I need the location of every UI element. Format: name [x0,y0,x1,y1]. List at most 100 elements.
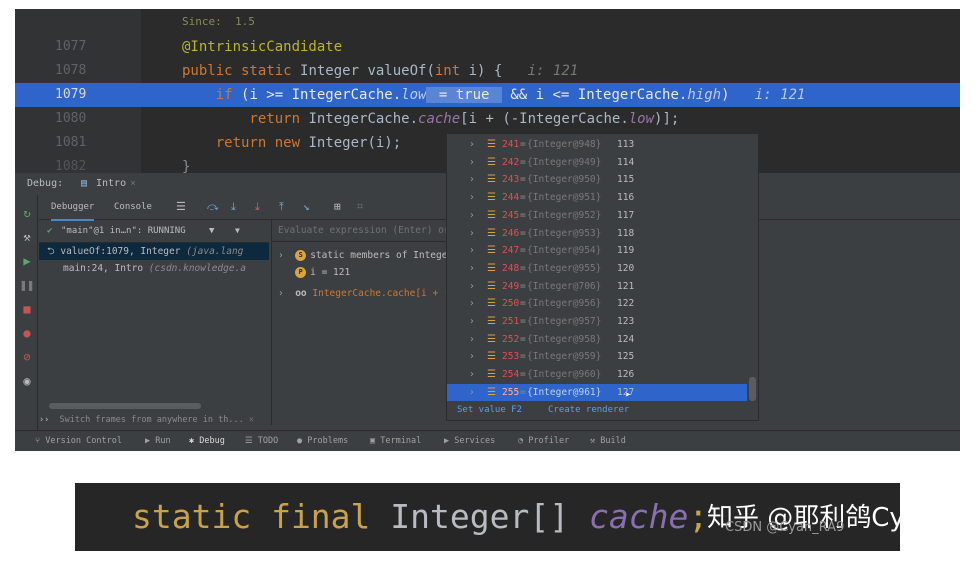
array-element-icon: ☰ [487,333,496,345]
variable-row[interactable]: › oo IntegerCache.cache[i + (-In [278,285,467,302]
step-into-icon[interactable]: ⤓ [231,200,236,214]
array-element-icon: ☰ [487,209,496,221]
frame-label: main:24, Intro [63,263,149,274]
array-element-icon: ☰ [487,192,496,204]
chevron-right-icon[interactable]: › [469,154,475,172]
frame-item[interactable]: main:24, Intro (csdn.knowledge.a [39,260,269,277]
run-to-cursor-icon[interactable]: ↘ [303,200,310,213]
code-line[interactable]: 1077 @IntrinsicCandidate [15,35,960,59]
thread-selector[interactable]: ✔ "main"@1 in…n": RUNNING ▼ ▼ [39,220,269,243]
element-value: 122 [617,298,635,310]
element-value: 115 [617,174,635,186]
chevron-right-icon[interactable]: › [469,189,475,207]
filter-icon[interactable]: ▼ [209,220,214,242]
array-element-row[interactable]: › ☰ 254 = {Integer@960} 126 [447,366,747,384]
popup-scrollbar[interactable] [749,377,756,401]
element-object-id: {Integer@958} [527,333,602,345]
array-element-icon: ☰ [487,386,496,398]
variable-row[interactable]: › Sstatic members of Integer [278,247,453,264]
tool-services[interactable]: ▶ Services [444,431,495,451]
array-element-row[interactable]: › ☰ 244 = {Integer@951} 116 [447,189,747,207]
frame-item[interactable]: ⮌ valueOf:1079, Integer (java.lang [39,243,269,260]
frame-package: (csdn.knowledge.a [148,263,247,274]
tool-todo[interactable]: ☰ TODO [245,431,278,451]
stop-icon[interactable]: ■ [19,301,35,317]
tool-build[interactable]: ⚒ Build [590,431,626,451]
chevron-right-icon[interactable]: › [469,171,475,189]
force-step-into-icon[interactable]: ⤓ [255,200,260,214]
camera-icon[interactable]: ◉ [19,373,35,389]
element-value: 114 [617,156,635,168]
tool-profiler[interactable]: ◔ Profiler [518,431,569,451]
rerun-icon[interactable]: ↻ [19,205,35,221]
chevron-right-icon[interactable]: › [469,225,475,243]
frame-package: (java.lang [186,246,244,257]
array-element-row[interactable]: › ☰ 247 = {Integer@954} 119 [447,242,747,260]
code-token: ) [721,87,755,103]
tool-run[interactable]: ▶ Run [145,431,171,451]
tab-debugger[interactable]: Debugger [51,195,95,221]
mute-breakpoints-icon[interactable]: ⊘ [19,349,35,365]
array-element-row[interactable]: › ☰ 246 = {Integer@953} 118 [447,225,747,243]
create-renderer-link[interactable]: Create renderer [548,401,629,419]
chevron-right-icon[interactable]: › [469,384,475,402]
chevron-right-icon[interactable]: › [469,366,475,384]
tab-console[interactable]: Console [114,195,152,219]
tool-terminal[interactable]: ▣ Terminal [370,431,421,451]
array-element-row[interactable]: › ☰ 250 = {Integer@956} 122 [447,295,747,313]
banner-keyword: static final [132,497,391,536]
debug-title: Debug: [27,178,64,189]
chevron-right-icon[interactable]: › [469,295,475,313]
code-line[interactable]: 1080 return IntegerCache.cache[i + (-Int… [15,107,960,131]
tool-problems[interactable]: ● Problems [297,431,348,451]
chevron-right-icon[interactable]: › [469,331,475,349]
resume-icon[interactable]: ▶ [19,253,35,269]
chevron-right-icon[interactable]: › [469,136,475,154]
code-token: Since: 1.5 [182,15,255,28]
debug-config-tab[interactable]: Intro [96,173,126,195]
array-element-row[interactable]: › ☰ 252 = {Integer@958} 124 [447,331,747,349]
element-object-id: {Integer@957} [527,316,602,327]
trace-icon[interactable]: ⌗ [357,200,363,214]
step-out-icon[interactable]: ⤒ [279,200,284,214]
frames-scrollbar[interactable] [49,403,201,409]
tool-version-control[interactable]: ⑂ Version Control [35,431,122,451]
array-element-row[interactable]: › ☰ 245 = {Integer@952} 117 [447,207,747,225]
chevron-right-icon[interactable]: › [469,260,475,278]
array-element-row[interactable]: › ☰ 251 = {Integer@957} 123 [447,313,747,331]
array-element-row[interactable]: › ☰ 243 = {Integer@950} 115 [447,171,747,189]
line-number: 1078 [55,63,87,78]
step-over-icon[interactable]: ⤼ [207,200,219,214]
array-element-row[interactable]: › ☰ 248 = {Integer@955} 120 [447,260,747,278]
menu-icon[interactable]: ☰ [176,200,186,213]
code-line[interactable]: 1079 if (i >= IntegerCache.low = true &&… [15,83,960,107]
chevron-right-icon[interactable]: › [469,278,475,296]
code-line[interactable]: Since: 1.5 [15,9,960,31]
array-element-row[interactable]: › ☰ 242 = {Integer@949} 114 [447,154,747,172]
array-element-icon: ☰ [487,156,496,168]
chevron-right-icon[interactable]: › [469,348,475,366]
array-element-row[interactable]: › ☰ 241 = {Integer@948} 113 [447,136,747,154]
code-text: Since: 1.5 [182,9,255,34]
view-breakpoints-icon[interactable]: ● [19,325,35,341]
array-element-row[interactable]: › ☰ 253 = {Integer@959} 125 [447,348,747,366]
variable-row[interactable]: Pi = 121 [278,264,350,281]
chevron-right-icon[interactable]: › [469,207,475,225]
evaluate-expression-input[interactable]: Evaluate expression (Enter) or ad [272,220,472,242]
evaluate-icon[interactable]: ⊞ [334,200,341,213]
code-token: high [687,87,722,103]
close-icon[interactable]: × [249,415,254,425]
array-element-icon: ☰ [487,262,496,274]
set-value-link[interactable]: Set value F2 [457,401,522,419]
chevron-right-icon[interactable]: › [469,313,475,331]
chevron-right-icon[interactable]: › [469,242,475,260]
array-element-row[interactable]: › ☰ 249 = {Integer@706} 121 [447,278,747,296]
chevron-down-icon[interactable]: ▼ [235,220,240,242]
close-icon[interactable]: × [130,173,136,195]
code-line[interactable]: 1078 public static Integer valueOf(int i)… [15,59,960,83]
tool-debug[interactable]: ✱ Debug [189,431,225,451]
array-element-row[interactable]: › ☰ 255 = {Integer@961} 127 [447,383,747,402]
pause-icon[interactable]: ❚❚ [19,277,35,293]
wrench-icon[interactable]: ⚒ [19,229,35,245]
line-number: 1080 [55,111,87,126]
